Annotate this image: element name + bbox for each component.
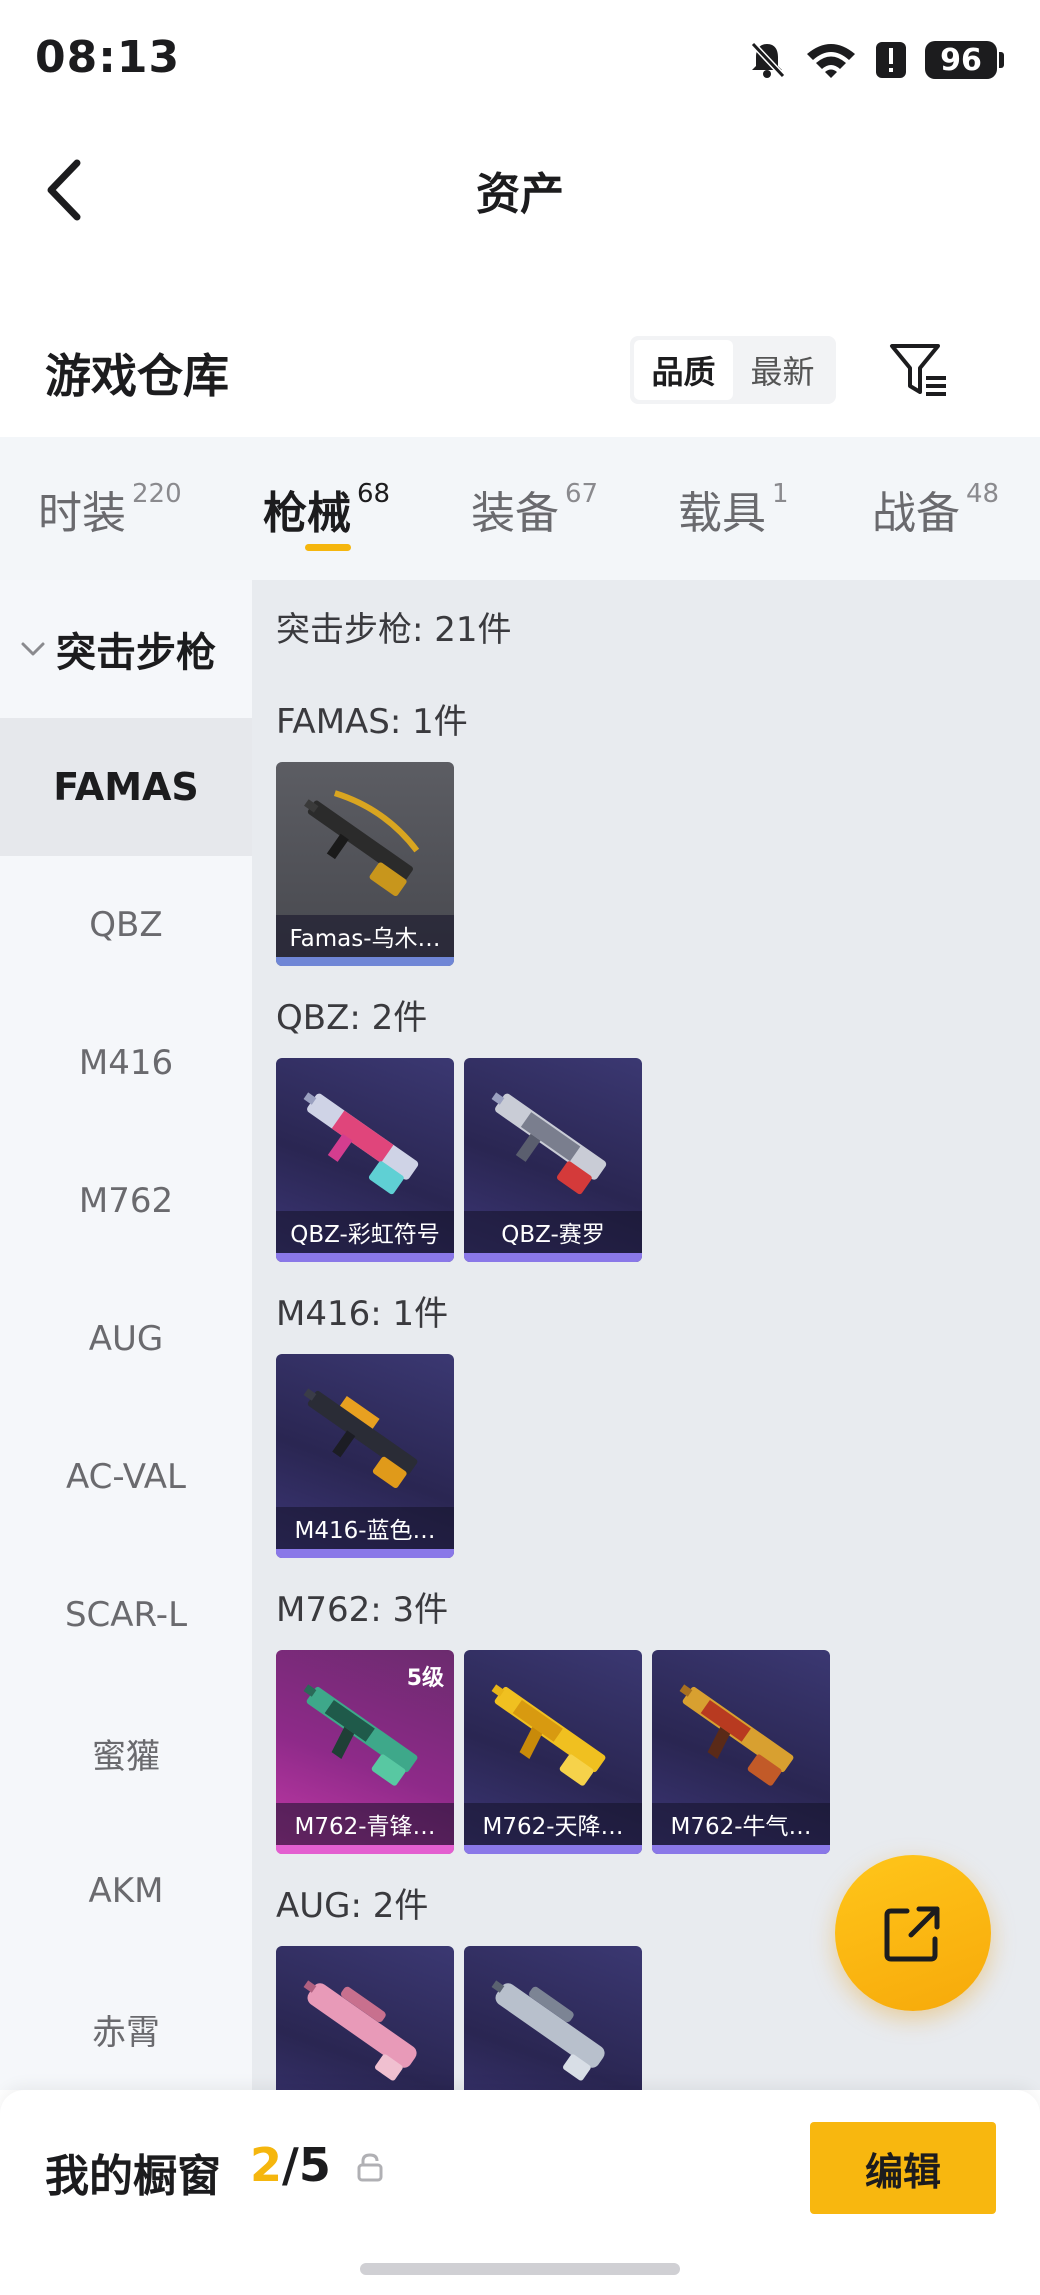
tab-label: 战备: [872, 488, 960, 539]
tab-count: 68: [357, 479, 391, 509]
sort-quality-option[interactable]: 品质: [634, 340, 733, 400]
tab-equipment[interactable]: 装备 67: [471, 477, 598, 541]
edit-button[interactable]: 编辑: [810, 2122, 996, 2214]
tab-fashion[interactable]: 时装 220: [38, 477, 182, 541]
sidebar-item-aug[interactable]: AUG: [0, 1270, 252, 1408]
screen: 08:13 96 资产 游戏仓库 品质 最新 时装 220 枪械 68 装备 6…: [0, 0, 1040, 2295]
card-label: Famas-乌木…: [276, 915, 454, 957]
sidebar-item-scar-l[interactable]: SCAR-L: [0, 1546, 252, 1684]
card-label: M416-蓝色…: [276, 1507, 454, 1549]
tab-label: 枪械: [263, 488, 351, 539]
rarity-bar: [464, 1253, 642, 1262]
group-heading-m762: M762: 3件: [276, 1590, 449, 1630]
showcase-count: 2/5: [250, 2138, 331, 2192]
rarity-bar: [652, 1845, 830, 1854]
active-tab-indicator: [305, 544, 351, 551]
battery-icon: 96: [925, 41, 1004, 79]
group-heading-aug: AUG: 2件: [276, 1886, 429, 1926]
filter-button[interactable]: [888, 340, 950, 400]
rifle-icon: [491, 1684, 606, 1786]
tab-count: 48: [966, 479, 1000, 509]
weapon-card[interactable]: 5级 M762-青锋…: [276, 1650, 454, 1854]
bell-mute-icon: [750, 41, 786, 79]
tab-count: 220: [132, 479, 182, 509]
rarity-bar: [464, 1845, 642, 1854]
tab-label: 时装: [38, 488, 126, 539]
wifi-icon: [807, 44, 855, 78]
rifle-icon: [491, 1092, 607, 1195]
showcase-bar: 我的橱窗 2/5 编辑: [0, 2090, 1040, 2295]
share-button[interactable]: [835, 1855, 991, 2011]
rifle-icon: [303, 1092, 419, 1195]
card-level: 5级: [406, 1666, 444, 1691]
alert-icon: [876, 42, 906, 78]
weapon-card[interactable]: [464, 1946, 642, 2090]
warehouse-title: 游戏仓库: [45, 349, 229, 403]
tab-firearms[interactable]: 枪械 68: [263, 477, 390, 541]
sort-toggle: 品质 最新: [630, 336, 836, 404]
sidebar-item-chixiao[interactable]: 赤霄: [0, 1960, 252, 2098]
showcase-separator: /: [282, 2138, 299, 2192]
card-label: M762-青锋…: [276, 1803, 454, 1845]
sidebar-group-label: 突击步枪: [56, 630, 216, 676]
rifle-icon: [491, 1980, 605, 2081]
rarity-bar: [276, 1549, 454, 1558]
sidebar-group-assault-rifles[interactable]: 突击步枪: [0, 580, 252, 718]
sidebar-item-qbz[interactable]: QBZ: [0, 856, 252, 994]
weapon-card[interactable]: M416-蓝色…: [276, 1354, 454, 1558]
sidebar-item-ac-val[interactable]: AC-VAL: [0, 1408, 252, 1546]
rifle-icon: [303, 1980, 417, 2081]
rifle-icon: [304, 790, 420, 897]
category-heading: 突击步枪: 21件: [276, 610, 512, 650]
battery-level: 96: [925, 41, 997, 79]
page-title: 资产: [476, 169, 564, 220]
tab-supplies[interactable]: 战备 48: [872, 477, 999, 541]
showcase-total: 5: [298, 2138, 331, 2192]
showcase-title: 我的橱窗: [45, 2151, 221, 2202]
showcase-current: 2: [250, 2138, 283, 2192]
weapon-sidebar: 突击步枪 FAMAS QBZ M416 M762 AUG AC-VAL SCAR…: [0, 580, 252, 2090]
sidebar-item-m762[interactable]: M762: [0, 1132, 252, 1270]
sort-newest-option[interactable]: 最新: [733, 340, 832, 400]
card-label: QBZ-赛罗: [464, 1211, 642, 1253]
rarity-bar: [276, 1253, 454, 1262]
sidebar-item-akm[interactable]: AKM: [0, 1822, 252, 1960]
rarity-bar: [276, 957, 454, 966]
card-label: QBZ-彩虹符号: [276, 1211, 454, 1253]
sidebar-item-honey-badger[interactable]: 蜜獾: [0, 1684, 252, 1822]
weapon-card[interactable]: QBZ-彩虹符号: [276, 1058, 454, 1262]
weapon-card[interactable]: QBZ-赛罗: [464, 1058, 642, 1262]
card-label: M762-牛气…: [652, 1803, 830, 1845]
sidebar-item-m416[interactable]: M416: [0, 994, 252, 1132]
battery-tip: [999, 52, 1004, 68]
category-tabs: 时装 220 枪械 68 装备 67 载具 1 战备 48: [0, 437, 1040, 580]
weapon-card[interactable]: Famas-乌木…: [276, 762, 454, 966]
rifle-icon: [679, 1684, 794, 1786]
weapon-card[interactable]: M762-牛气…: [652, 1650, 830, 1854]
card-label: M762-天降…: [464, 1803, 642, 1845]
tab-count: 1: [772, 479, 789, 509]
header: 资产: [0, 120, 1040, 250]
sidebar-item-famas[interactable]: FAMAS: [0, 718, 252, 856]
share-icon: [884, 1906, 940, 1962]
group-heading-m416: M416: 1件: [276, 1294, 449, 1334]
status-icons: 96: [747, 36, 1004, 84]
tab-label: 装备: [471, 488, 559, 539]
weapon-card[interactable]: [276, 1946, 454, 2090]
group-heading-famas: FAMAS: 1件: [276, 702, 468, 742]
tab-count: 67: [565, 479, 599, 509]
tab-label: 载具: [678, 488, 766, 539]
weapon-card[interactable]: M762-天降…: [464, 1650, 642, 1854]
status-time: 08:13: [35, 32, 181, 83]
chevron-down-icon: [21, 642, 45, 656]
filter-icon: [890, 344, 946, 396]
lock-icon: [357, 2153, 383, 2182]
status-bar: 08:13 96: [0, 0, 1040, 120]
tab-vehicles[interactable]: 载具 1: [678, 477, 789, 541]
home-indicator[interactable]: [360, 2263, 680, 2275]
group-heading-qbz: QBZ: 2件: [276, 998, 428, 1038]
rarity-bar: [276, 1845, 454, 1854]
rifle-icon: [303, 1388, 418, 1489]
